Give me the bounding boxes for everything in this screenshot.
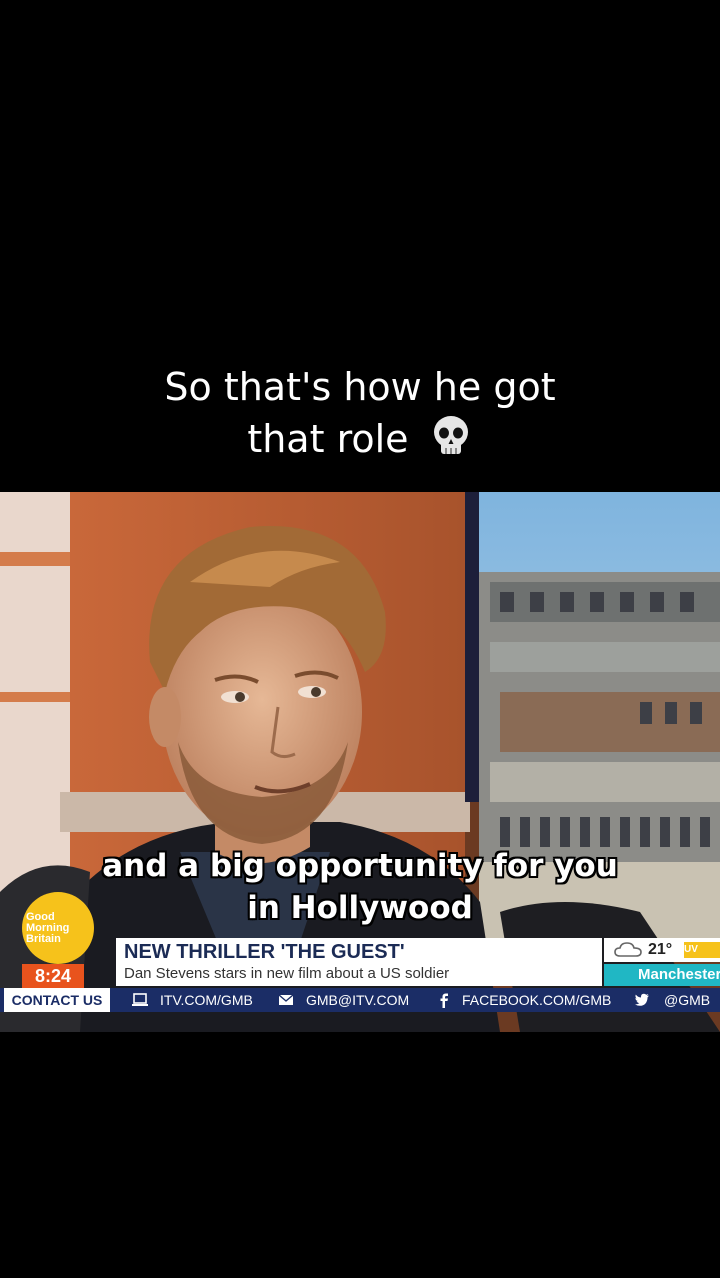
facebook-icon [440, 993, 448, 1008]
skull-icon [433, 416, 468, 454]
caption-line-2-text: that role [247, 417, 409, 461]
ticker-facebook: FACEBOOK.COM/GMB [462, 992, 612, 1008]
strapline: Dan Stevens stars in new film about a US… [124, 965, 450, 982]
weather-city: Manchester [604, 964, 720, 986]
gmb-logo-text: Good Morning Britain [26, 911, 70, 945]
caption-line-2: that role [0, 412, 720, 466]
clock: 8:24 [22, 964, 84, 988]
weather-panel: 21° UV [604, 938, 720, 962]
ticker-web: ITV.COM/GMB [160, 992, 253, 1008]
video-frame[interactable]: and a big opportunity for you in Hollywo… [0, 492, 720, 1032]
headline: NEW THRILLER 'THE GUEST' [124, 941, 405, 963]
ticker-twitter: @GMB [664, 992, 711, 1008]
weather-temp: 21° [648, 941, 673, 958]
contact-ticker: CONTACT US ITV.COM/GMB GMB@ITV.COM FACEB… [0, 988, 720, 1012]
laptop-icon [132, 993, 148, 1006]
subtitle-line-1: and a big opportunity for you [102, 848, 618, 884]
twitter-icon [635, 993, 649, 1006]
lower-third: NEW THRILLER 'THE GUEST' Dan Stevens sta… [116, 938, 602, 986]
ticker-email: GMB@ITV.COM [306, 992, 410, 1008]
email-icon [278, 994, 294, 1005]
subtitle-line-2: in Hollywood [247, 890, 473, 926]
cloud-icon [614, 942, 642, 957]
caption-line-1: So that's how he got [164, 365, 556, 409]
uv-badge: UV [684, 942, 720, 958]
contact-us-label: CONTACT US [4, 988, 110, 1012]
